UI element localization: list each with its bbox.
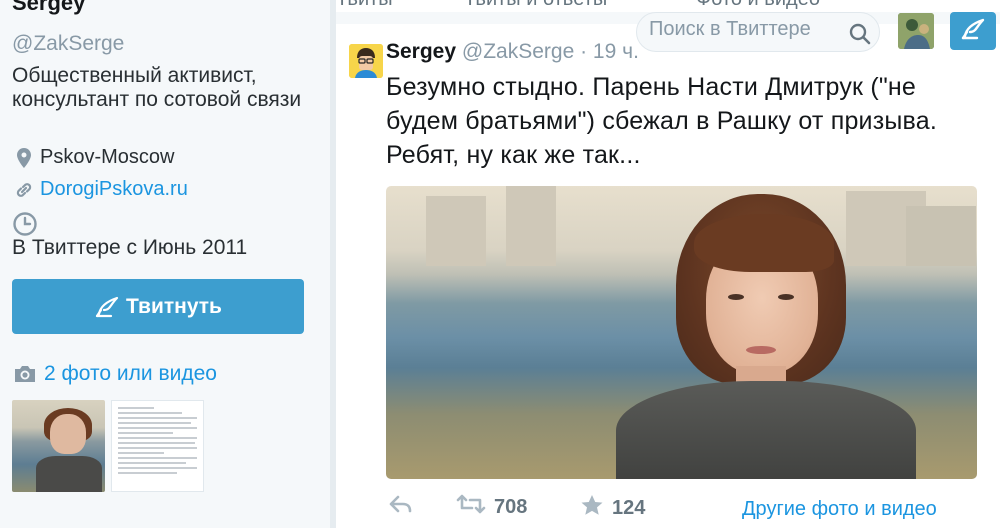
profile-tabs: Твиты Твиты и ответы Фото и видео (336, 0, 1000, 12)
link-icon (12, 179, 36, 201)
tweet-button[interactable]: Твитнуть (12, 279, 304, 334)
like-count: 124 (612, 496, 646, 519)
website-link[interactable]: DorogiPskova.ru (40, 178, 188, 201)
search-icon[interactable] (849, 23, 871, 50)
camera-icon (12, 363, 38, 385)
retweet-button[interactable]: 708 (456, 494, 527, 520)
tweet-author-handle[interactable]: @ZakSerge (462, 40, 574, 63)
tab-tweets-replies[interactable]: Твиты и ответы (464, 0, 607, 11)
tweet-author-name[interactable]: Sergey (386, 40, 456, 63)
tab-tweets[interactable]: Твиты (336, 0, 393, 11)
photos-link-label[interactable]: 2 фото или видео (44, 362, 217, 386)
location-icon (12, 147, 36, 169)
retweet-icon (456, 494, 486, 520)
tweet-author-avatar[interactable] (349, 44, 383, 78)
profile-handle[interactable]: @ZakSerge (12, 32, 124, 56)
tab-photos-videos[interactable]: Фото и видео (696, 0, 820, 11)
tweet-header: Sergey @ZakSerge · 19 ч. (386, 40, 639, 64)
reply-button[interactable] (388, 494, 414, 520)
like-button[interactable]: 124 (580, 494, 645, 522)
location-text: Pskov-Moscow (40, 146, 175, 168)
tweet-text: Безумно стыдно. Парень Насти Дмитрук ("н… (386, 73, 938, 169)
search-box[interactable]: Поиск в Твиттере (636, 12, 880, 52)
media-thumbnail-photo[interactable] (12, 400, 105, 492)
compose-tweet-button[interactable] (950, 12, 996, 50)
compose-icon (960, 17, 986, 46)
search-input[interactable]: Поиск в Твиттере (649, 18, 811, 41)
profile-sidebar: Sergey @ZakSerge Общественный активист, … (0, 0, 330, 528)
tweet-time[interactable]: · 19 ч. (580, 40, 639, 63)
profile-name[interactable]: Sergey (12, 0, 85, 16)
reply-icon (388, 494, 414, 520)
profile-location: Pskov-Moscow (12, 146, 174, 169)
profile-website[interactable]: DorogiPskova.ru (12, 178, 188, 201)
compose-icon (94, 295, 120, 319)
more-media-link[interactable]: Другие фото и видео (742, 498, 937, 521)
like-icon (580, 494, 604, 522)
photos-videos-link[interactable]: 2 фото или видео (12, 362, 217, 386)
retweet-count: 708 (494, 495, 528, 518)
media-thumbnail-screenshot[interactable] (111, 400, 204, 492)
tweet-media-photo[interactable] (386, 186, 977, 479)
tweet-button-label: Твитнуть (126, 294, 222, 318)
profile-bio: Общественный активист, консультант по со… (12, 64, 302, 111)
tweet-card[interactable]: Sergey @ZakSerge · 19 ч. Безумно стыдно.… (336, 24, 1000, 528)
joined-date: В Твиттере с Июнь 2011 (12, 236, 248, 259)
account-avatar[interactable] (898, 13, 934, 49)
